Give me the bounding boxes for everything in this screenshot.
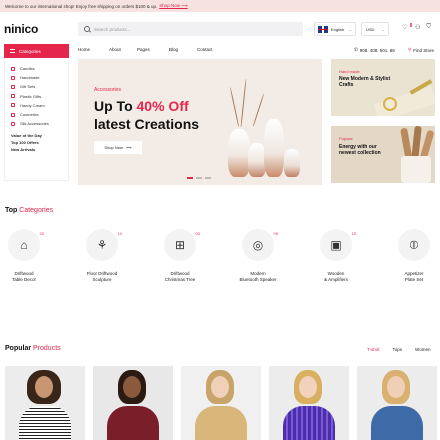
- nav-blog[interactable]: Blog: [169, 47, 197, 52]
- category-card-christmas-tree[interactable]: ⊞ 03 Driftwood Christmas Tree: [158, 229, 202, 283]
- phone-icon: ✆: [354, 47, 358, 52]
- search-icon: [84, 26, 90, 32]
- nav-contact[interactable]: Contact: [197, 47, 213, 52]
- uk-flag-icon: [318, 25, 328, 33]
- slider-dots[interactable]: [187, 177, 211, 179]
- categories-label: Categories: [19, 48, 41, 54]
- sidebar-item-candles[interactable]: Candles: [11, 64, 68, 73]
- header-icons: ♡ 0 ⚇ ⛉: [402, 23, 431, 31]
- main-nav: Home About Pages Blog Contact: [78, 47, 213, 52]
- language-select[interactable]: English ⌄: [314, 22, 356, 36]
- product-card[interactable]: [5, 366, 85, 440]
- promo-title: New Modern & Stylist Crafts: [339, 76, 391, 88]
- cream-icon: [11, 103, 15, 108]
- top-categories-title: Top Categories: [5, 207, 54, 214]
- category-label: Driftwood Christmas Tree: [164, 271, 196, 282]
- logo[interactable]: ninico: [4, 22, 38, 36]
- product-card[interactable]: [93, 366, 173, 440]
- announcement-text: Welcome to our international shop! Enjoy…: [5, 3, 158, 9]
- category-label: Wooden & Amplifiers: [324, 271, 348, 282]
- chevron-down-icon: ⌄: [381, 26, 385, 32]
- product-tabs: T-shirt Tops Women: [367, 347, 430, 352]
- nav-about[interactable]: About: [109, 47, 137, 52]
- speaker-icon: ◎: [242, 229, 274, 261]
- cart-icon[interactable]: ⛉: [426, 24, 431, 31]
- category-label: Appetizer Plate Set: [404, 271, 424, 282]
- sculpture-icon: ⚘: [86, 229, 118, 261]
- hero-banner[interactable]: Accessories Up To 40% Off latest Creatio…: [78, 59, 322, 185]
- arrow-right-icon: ⟶: [125, 145, 132, 150]
- user-icon[interactable]: ⚇: [415, 24, 420, 31]
- popular-products-title: Popular Products: [5, 345, 61, 352]
- tab-women[interactable]: Women: [415, 347, 430, 352]
- category-label: Modern Bluetooth Speaker: [239, 271, 277, 282]
- menu-icon: [10, 49, 15, 53]
- product-card[interactable]: [357, 366, 437, 440]
- category-card-table-decor[interactable]: ⌂ 20 Driftwood Table Decor: [2, 229, 46, 283]
- hero-title: Up To 40% Off latest Creations: [94, 98, 200, 132]
- category-count: 20: [39, 231, 44, 236]
- hero-shop-now-button[interactable]: Shop Now ⟶: [94, 141, 142, 154]
- candle-icon: [11, 66, 15, 71]
- promo-card-popular[interactable]: Popular Energy with our newest collectio…: [331, 126, 435, 183]
- shop-now-link[interactable]: Shop Now ⟶: [159, 3, 187, 9]
- currency-select[interactable]: USD ⌄: [361, 22, 389, 36]
- silk-icon: [11, 121, 15, 126]
- lamp-icon: ⌂: [8, 229, 40, 261]
- language-value: English: [331, 26, 345, 32]
- promo-tag: Popular: [339, 136, 353, 141]
- plastic-gift-icon: [11, 94, 15, 99]
- wishlist-icon[interactable]: ♡ 0: [402, 23, 413, 31]
- wishlist-badge: 0: [410, 23, 413, 27]
- sidebar-link-new-arrivals[interactable]: New Arrivals: [11, 146, 68, 153]
- promo-tag: Hand made: [339, 69, 360, 74]
- category-card-amplifiers[interactable]: ▣ 15 Wooden & Amplifiers: [314, 229, 358, 283]
- promo-title: Energy with our newest collection: [339, 144, 381, 156]
- announcement-bar: Welcome to our international shop! Enjoy…: [0, 0, 440, 12]
- category-label: Floor Driftwood Sculpture: [86, 271, 118, 282]
- handmade-icon: [11, 75, 15, 80]
- sidebar-item-plastic-gifts[interactable]: Plastic Gifts: [11, 92, 68, 101]
- categories-button[interactable]: Categories: [4, 44, 69, 58]
- amplifier-icon: ▣: [320, 229, 352, 261]
- category-card-bluetooth-speaker[interactable]: ◎ 09 Modern Bluetooth Speaker: [236, 229, 280, 283]
- nav-pages[interactable]: Pages: [137, 47, 169, 52]
- tab-tshirt[interactable]: T-shirt: [367, 347, 380, 352]
- sidebar-item-gift-sets[interactable]: Gift Sets: [11, 82, 68, 91]
- search-input[interactable]: Search products...: [78, 22, 303, 36]
- category-card-plate-set[interactable]: ⦶ Appetizer Plate Set: [392, 229, 436, 283]
- category-label: Driftwood Table Decor: [11, 271, 36, 282]
- plate-icon: ⦶: [398, 229, 430, 261]
- sidebar-link-value-of-day[interactable]: Value of the Day: [11, 132, 68, 139]
- product-card[interactable]: [269, 366, 349, 440]
- currency-value: USD: [366, 26, 375, 32]
- gift-icon: ⊞: [164, 229, 196, 261]
- category-count: 03: [195, 231, 200, 236]
- category-count: 09: [273, 231, 278, 236]
- category-card-floor-sculpture[interactable]: ⚘ 10 Floor Driftwood Sculpture: [80, 229, 124, 283]
- sidebar-item-silk-accessories[interactable]: Silk Accessories: [11, 119, 68, 128]
- promo-card-handmade[interactable]: Hand made New Modern & Stylist Crafts: [331, 59, 435, 116]
- tab-tops[interactable]: Tops: [393, 347, 403, 352]
- phone-number[interactable]: ✆ 908. 408. 501. 89: [354, 47, 395, 53]
- gift-icon: [11, 84, 15, 89]
- sidebar-item-handy-cream[interactable]: Handy Cream: [11, 101, 68, 110]
- cosmetics-icon: [11, 112, 15, 117]
- category-count: 10: [117, 231, 122, 236]
- category-count: 15: [351, 231, 356, 236]
- nav-home[interactable]: Home: [78, 47, 109, 52]
- product-card[interactable]: [181, 366, 261, 440]
- chevron-down-icon: ⌄: [348, 26, 352, 32]
- hero-tag: Accessories: [94, 87, 121, 93]
- location-pin-icon: ⚲: [408, 47, 412, 52]
- search-placeholder: Search products...: [94, 26, 131, 32]
- sidebar-item-cosmetics[interactable]: Cosmetics: [11, 110, 68, 119]
- sidebar-link-top-offers[interactable]: Top 100 Offers: [11, 139, 68, 146]
- find-store-link[interactable]: ⚲ Find Store: [408, 47, 434, 53]
- sidebar-item-handmade[interactable]: Handmade: [11, 73, 68, 82]
- category-sidebar: Candles Handmade Gift Sets Plastic Gifts…: [4, 59, 69, 181]
